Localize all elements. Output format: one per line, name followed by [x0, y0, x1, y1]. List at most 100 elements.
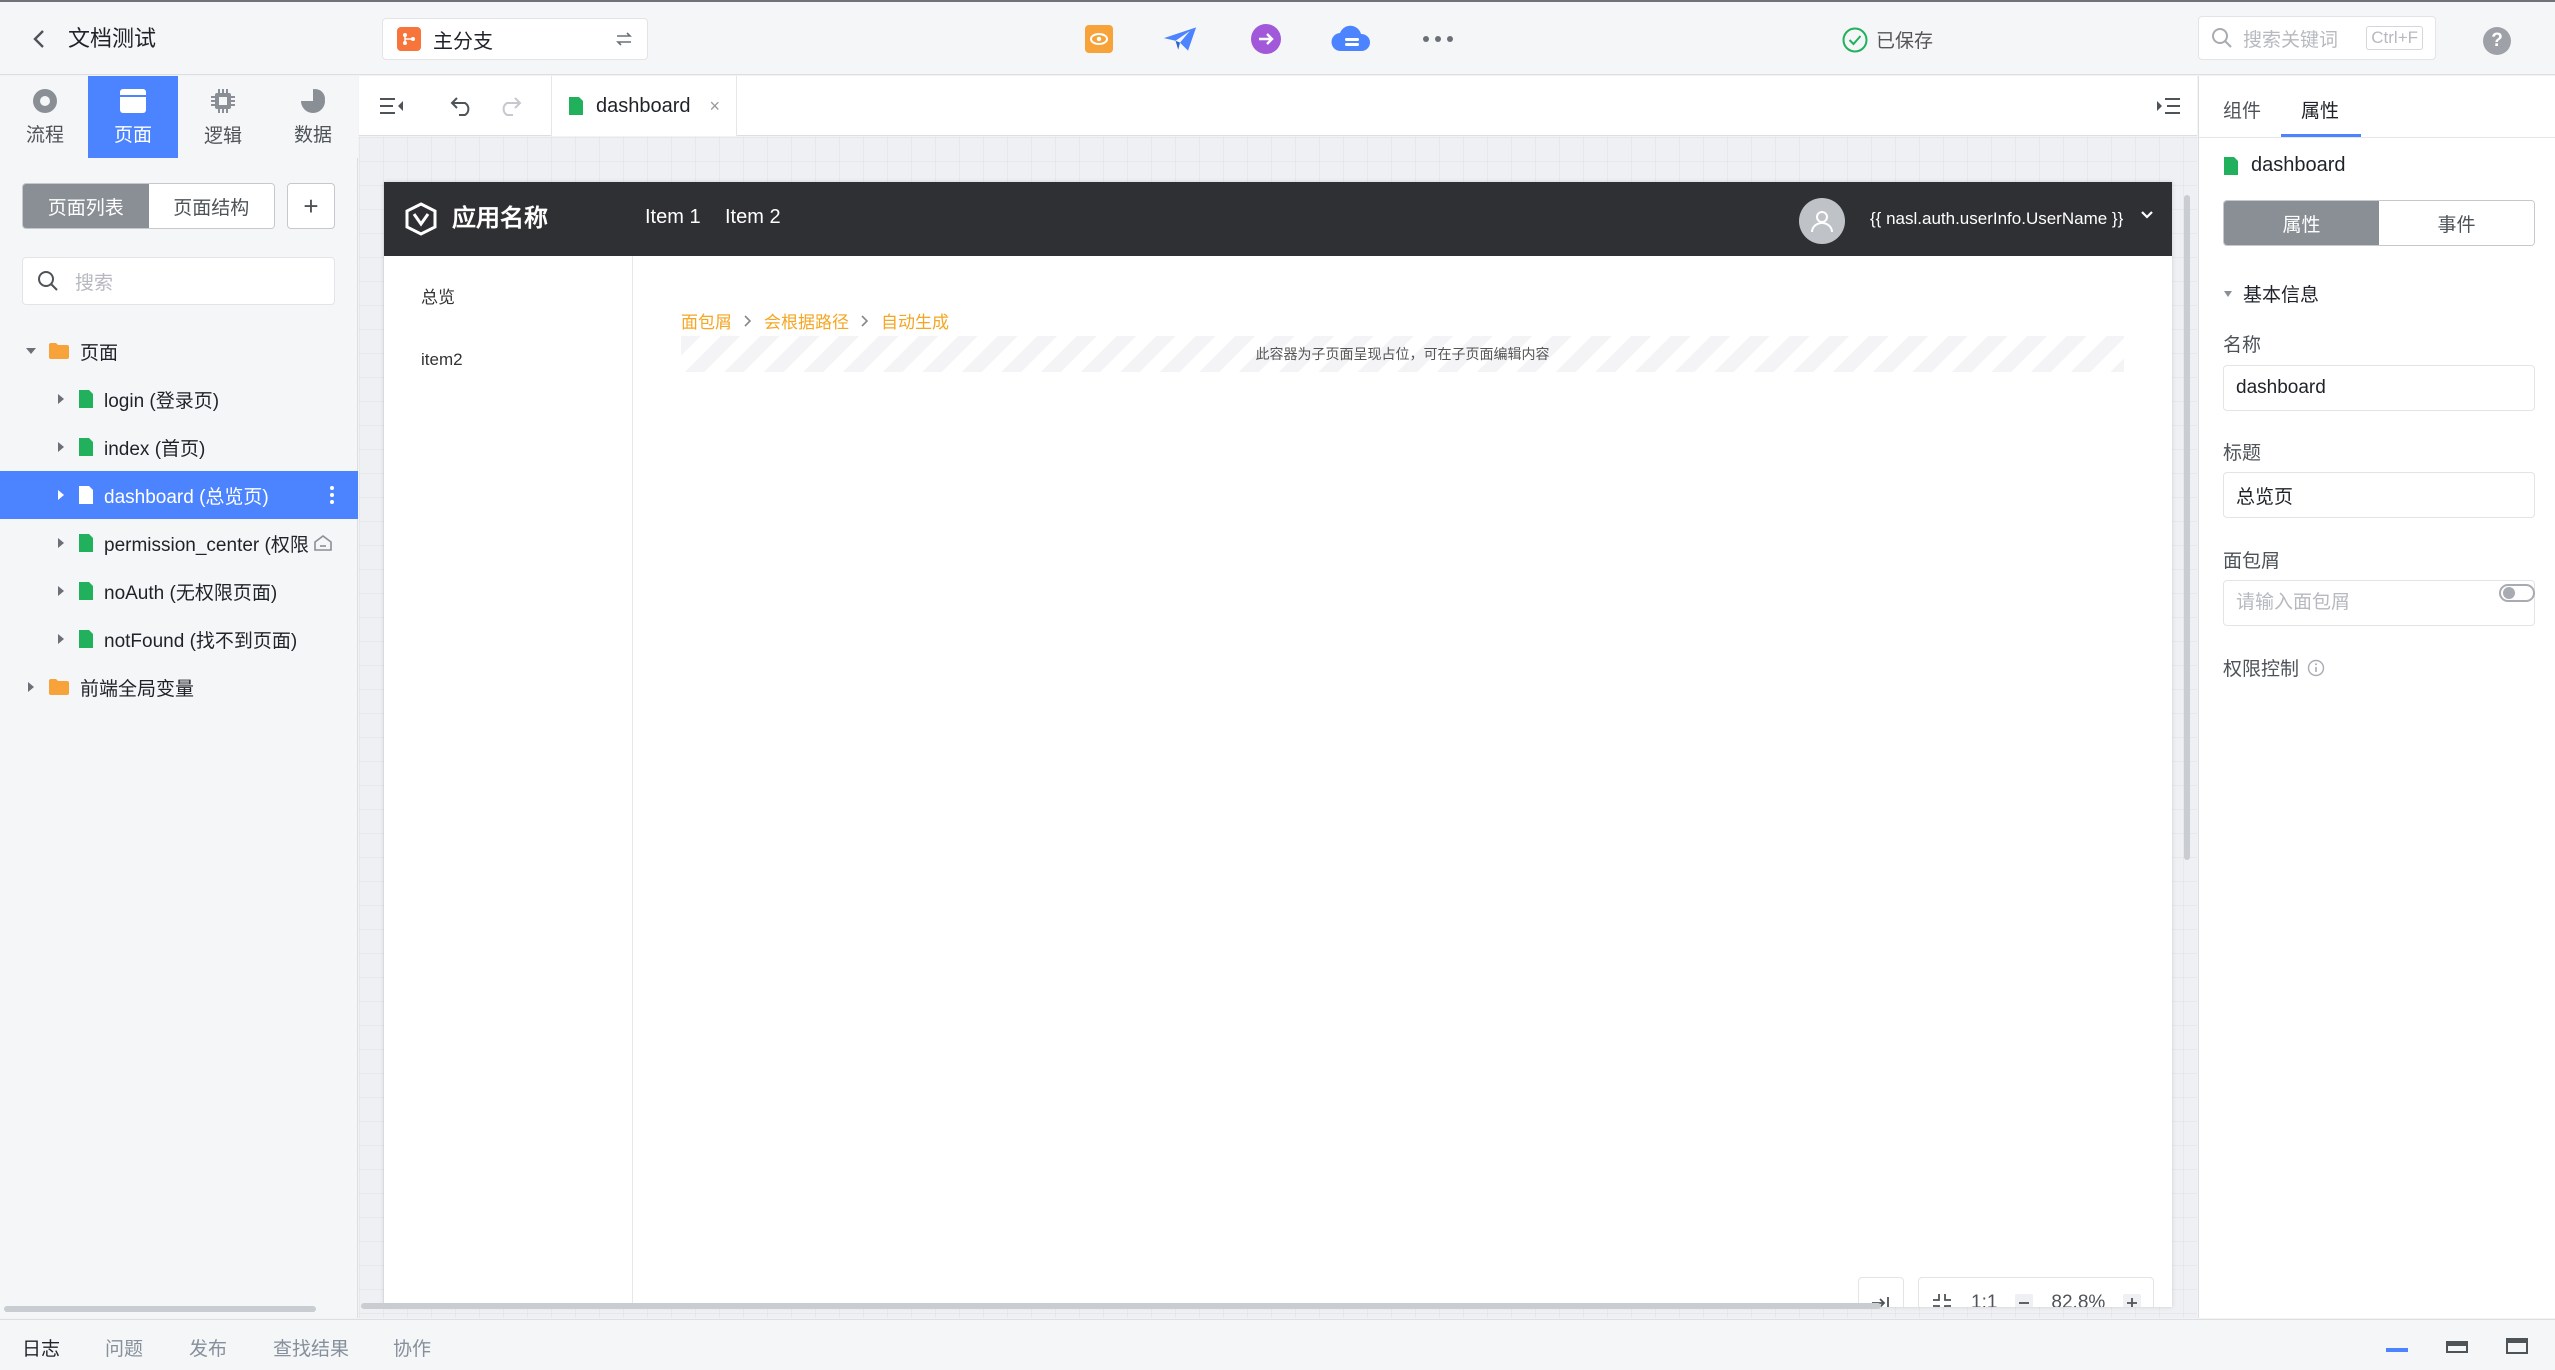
help-icon[interactable]: ? — [2483, 27, 2511, 55]
tree-folder-globals[interactable]: 前端全局变量 — [0, 663, 358, 711]
bottom-tab-publish[interactable]: 发布 — [189, 1334, 227, 1361]
publish-button[interactable] — [1163, 22, 1197, 56]
bottom-tab-log[interactable]: 日志 — [22, 1334, 60, 1361]
tab-properties[interactable]: 属性 — [2301, 96, 2339, 123]
name-input[interactable] — [2223, 365, 2535, 411]
caret-right-icon — [54, 585, 68, 597]
tree-folder-pages[interactable]: 页面 — [0, 327, 358, 375]
save-status: 已保存 — [1842, 26, 1933, 53]
design-canvas[interactable]: 应用名称 Item 1 Item 2 {{ nasl.auth.userInfo… — [359, 137, 2197, 1318]
cloud-button[interactable] — [1331, 22, 1371, 56]
caret-right-icon — [54, 633, 68, 645]
tab-components[interactable]: 组件 — [2223, 96, 2261, 123]
preview-sidebar: 总览 item2 — [384, 256, 633, 1307]
tree-page-permission-center[interactable]: permission_center (权限 — [0, 519, 358, 567]
permission-toggle[interactable] — [2499, 584, 2535, 602]
tree-page-index[interactable]: index (首页) — [0, 423, 358, 471]
page-preview[interactable]: 应用名称 Item 1 Item 2 {{ nasl.auth.userInfo… — [384, 182, 2172, 1307]
page-structure-tab[interactable]: 页面结构 — [148, 184, 274, 228]
search-shortcut: Ctrl+F — [2366, 26, 2423, 50]
home-icon — [313, 534, 333, 552]
collapse-left-button[interactable] — [375, 89, 409, 123]
cloud-icon — [1331, 25, 1371, 52]
global-search[interactable]: 搜索关键词 Ctrl+F — [2198, 16, 2436, 60]
tree-page-dashboard[interactable]: dashboard (总览页) — [0, 471, 358, 519]
nav-tab-data[interactable]: 数据 — [268, 76, 358, 158]
redo-button[interactable] — [493, 89, 527, 123]
publish-plane-icon — [1163, 27, 1197, 51]
app-title: 文档测试 — [68, 26, 157, 51]
panel-half-icon[interactable] — [2446, 1338, 2468, 1354]
preview-nav-item[interactable]: Item 1 — [645, 206, 701, 229]
tree-page-login[interactable]: login (登录页) — [0, 375, 358, 423]
nav-tab-page[interactable]: 页面 — [88, 76, 178, 158]
toggle-right-panel-button[interactable] — [2151, 89, 2185, 123]
section-basic-info[interactable]: 基本信息 — [2223, 280, 2319, 307]
collapse-left-icon — [380, 98, 403, 114]
editor-tab-dashboard[interactable]: dashboard × — [551, 76, 737, 136]
canvas-vertical-scrollbar[interactable] — [2184, 195, 2190, 860]
title-input[interactable] — [2223, 472, 2535, 518]
breadcrumb-separator-icon — [744, 314, 752, 327]
page-icon — [120, 88, 146, 113]
zoom-in-button[interactable] — [2123, 1294, 2142, 1307]
redo-icon — [502, 97, 522, 116]
page-file-icon — [78, 533, 94, 553]
nav-tab-label: 流程 — [25, 124, 64, 146]
zoom-box: 1:1 82.8% — [1918, 1277, 2155, 1307]
page-file-icon — [78, 389, 94, 409]
tree-page-noauth[interactable]: noAuth (无权限页面) — [0, 567, 358, 615]
breadcrumb-item[interactable]: 面包屑 — [681, 308, 732, 333]
bottom-tab-search-results[interactable]: 查找结果 — [273, 1334, 349, 1361]
info-icon[interactable] — [2307, 659, 2325, 677]
tree-horizontal-scrollbar[interactable] — [4, 1306, 316, 1312]
panel-maximize-icon[interactable] — [2506, 1338, 2528, 1354]
breadcrumb-item[interactable]: 自动生成 — [881, 308, 949, 333]
actual-size-button[interactable]: 1:1 — [1971, 1292, 1997, 1307]
page-view-switch: 页面列表 页面结构 — [22, 183, 275, 229]
caret-right-icon — [54, 489, 68, 501]
preview-sidebar-item[interactable]: item2 — [421, 350, 463, 370]
preview-sidebar-item[interactable]: 总览 — [421, 283, 455, 308]
kebab-menu-icon[interactable] — [330, 486, 334, 504]
app-logo-icon — [404, 202, 438, 236]
subpage-placeholder-text: 此容器为子页面呈现占位，可在子页面编辑内容 — [1255, 346, 1550, 362]
deploy-button[interactable] — [1249, 22, 1283, 56]
page-list-tab[interactable]: 页面列表 — [23, 184, 149, 228]
branch-label: 主分支 — [433, 30, 493, 53]
user-avatar[interactable] — [1799, 198, 1845, 244]
props-tab[interactable]: 属性 — [2224, 201, 2379, 245]
page-file-icon — [78, 629, 94, 649]
panel-minimize-icon[interactable] — [2386, 1338, 2408, 1354]
back-button[interactable] — [24, 24, 54, 54]
breadcrumb-input[interactable] — [2223, 580, 2535, 626]
preview-button[interactable] — [1082, 22, 1116, 56]
add-page-button[interactable]: + — [287, 183, 335, 229]
chevron-down-icon[interactable] — [2140, 210, 2154, 220]
fit-screen-button[interactable] — [1931, 1292, 1953, 1307]
more-button[interactable] — [1418, 22, 1458, 56]
events-tab[interactable]: 事件 — [2379, 201, 2534, 245]
page-search-input[interactable]: 搜索 — [22, 257, 335, 305]
tree-page-label: login (登录页) — [104, 390, 220, 412]
nav-tab-logic[interactable]: 逻辑 — [178, 76, 268, 158]
zoom-out-button[interactable] — [2015, 1294, 2034, 1307]
branch-icon — [397, 27, 421, 51]
page-file-icon — [78, 437, 94, 457]
tree-page-label: noAuth (无权限页面) — [104, 582, 278, 604]
nav-tab-process[interactable]: 流程 — [0, 76, 90, 158]
preview-nav-item[interactable]: Item 2 — [725, 206, 781, 229]
branch-selector[interactable]: 主分支 — [382, 18, 648, 60]
caret-down-icon — [24, 347, 38, 355]
bottom-tab-collab[interactable]: 协作 — [393, 1334, 431, 1361]
undo-button[interactable] — [445, 89, 479, 123]
selected-page-name: dashboard — [2251, 154, 2346, 176]
close-tab-icon[interactable]: × — [709, 96, 720, 117]
bottom-tab-issues[interactable]: 问题 — [105, 1334, 143, 1361]
breadcrumb-item[interactable]: 会根据路径 — [764, 308, 849, 333]
subpage-placeholder[interactable]: 此容器为子页面呈现占位，可在子页面编辑内容 — [681, 336, 2124, 372]
canvas-horizontal-scrollbar[interactable] — [361, 1303, 1881, 1309]
preview-app-name: 应用名称 — [452, 205, 548, 232]
tree-page-notfound[interactable]: notFound (找不到页面) — [0, 615, 358, 663]
check-circle-icon — [1842, 27, 1868, 52]
